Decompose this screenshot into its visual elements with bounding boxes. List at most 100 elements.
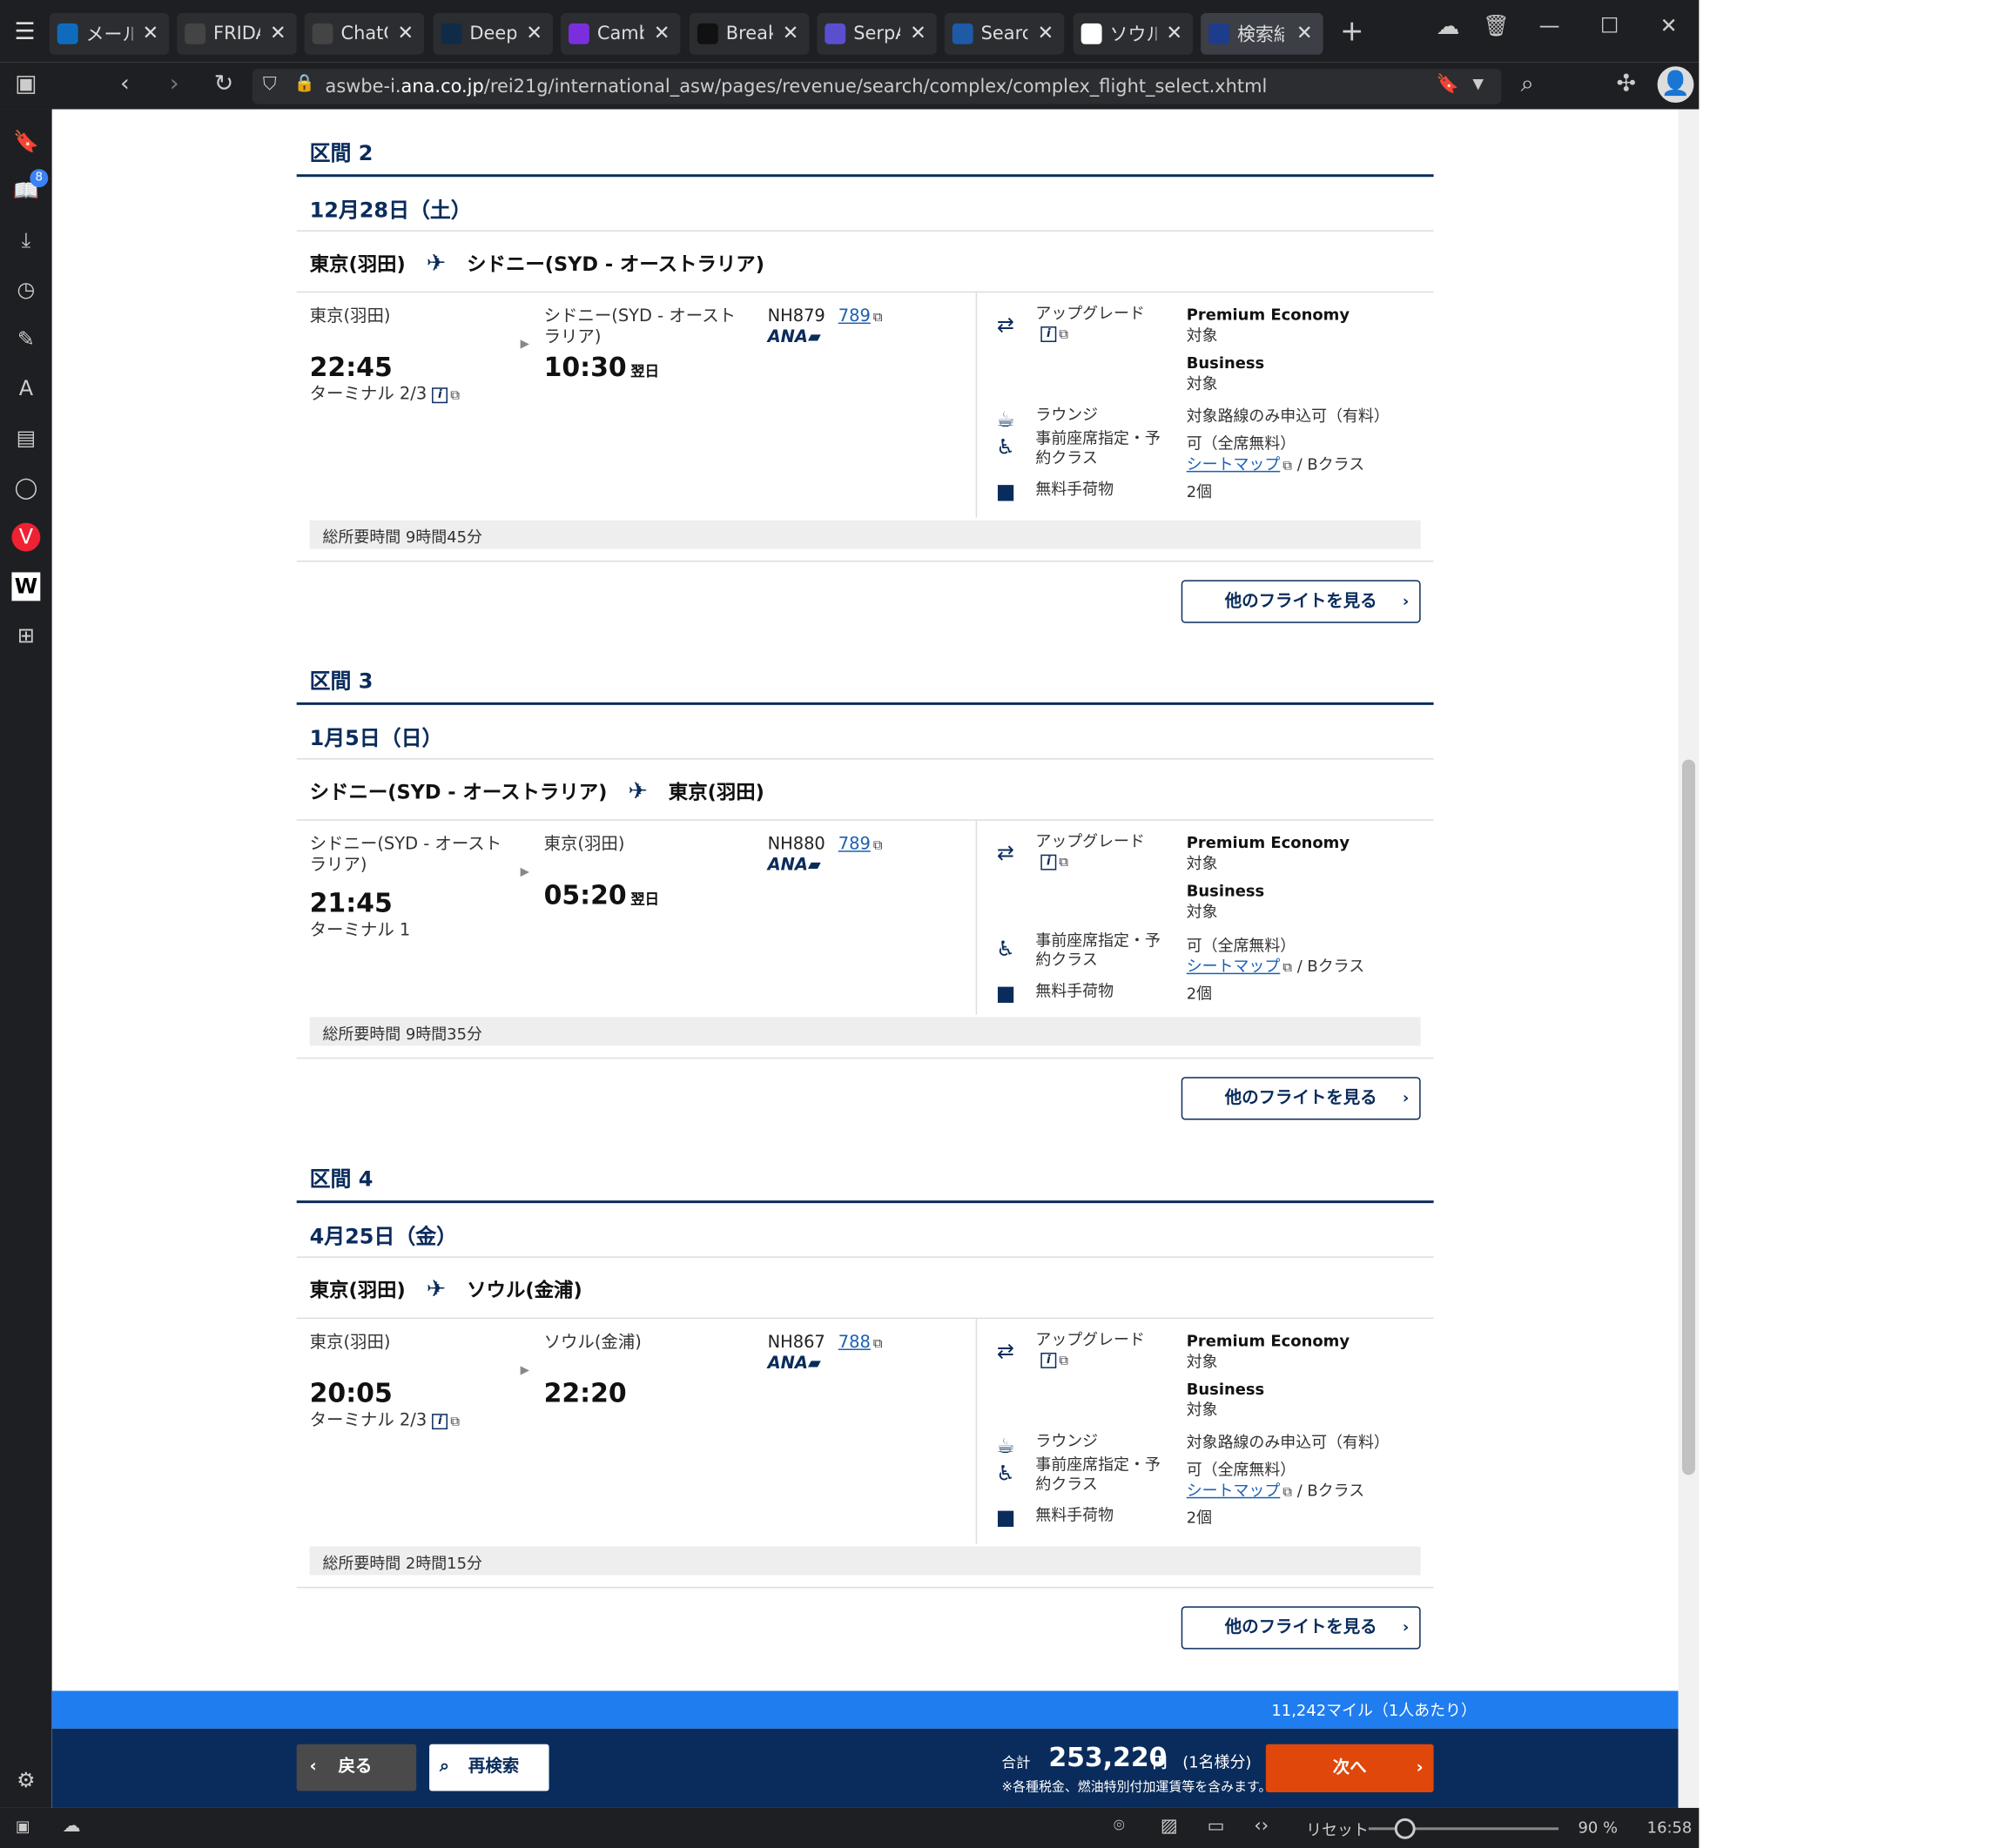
other-flights-button[interactable]: 他のフライトを見る ›	[1181, 1077, 1421, 1120]
chevron-right-icon: ›	[1416, 1758, 1424, 1778]
close-tab-icon[interactable]: ✕	[1166, 21, 1182, 44]
tab-6[interactable]: SerpA ✕	[817, 12, 937, 55]
notes-icon[interactable]: ✎	[11, 326, 40, 354]
dropdown-icon[interactable]: ▼	[1472, 76, 1484, 92]
aircraft-link[interactable]: 788	[838, 1334, 871, 1353]
other-flights-button[interactable]: 他のフライトを見る ›	[1181, 580, 1421, 623]
tab-2[interactable]: ChatG ✕	[304, 12, 425, 55]
close-tab-icon[interactable]: ✕	[783, 21, 799, 44]
other-flights-label: 他のフライトを見る	[1224, 591, 1377, 612]
vivaldi-icon[interactable]: V	[11, 522, 41, 552]
tab-1[interactable]: FRIDA ✕	[177, 12, 297, 55]
tab-8[interactable]: ソウル ✕	[1073, 12, 1194, 55]
other-flights-button[interactable]: 他のフライトを見る ›	[1181, 1606, 1421, 1650]
screen: ☰ メール✕FRIDA✕ChatG✕DeepL✕Camb✕Break✕SerpA…	[0, 0, 2006, 1848]
seat-label: 事前座席指定・予約クラス	[1035, 931, 1161, 970]
trash-icon[interactable]: 🗑	[1483, 13, 1509, 37]
forward-nav-icon[interactable]: ›	[158, 71, 190, 97]
close-tab-icon[interactable]: ✕	[270, 21, 286, 44]
panel-icon[interactable]: ▣	[16, 1817, 30, 1835]
next-button[interactable]: 次へ ›	[1265, 1744, 1434, 1793]
wikipedia-icon[interactable]: W	[11, 572, 41, 601]
add-panel-icon[interactable]: ⊞	[11, 622, 40, 650]
seat-value: 可（全席無料）	[1186, 1460, 1296, 1479]
seatmap-link[interactable]: シートマップ	[1187, 958, 1281, 976]
seatmap-link[interactable]: シートマップ	[1187, 1482, 1281, 1500]
minimize-button[interactable]: —	[1539, 13, 1560, 37]
close-tab-icon[interactable]: ✕	[1296, 21, 1313, 44]
info-icon[interactable]: i	[1040, 853, 1057, 870]
tab-0[interactable]: メール ✕	[49, 12, 170, 55]
page-scrollbar[interactable]	[1678, 109, 1700, 1808]
seatmap-link[interactable]: シートマップ	[1187, 455, 1281, 474]
reading-list-icon[interactable]: 📖 8	[11, 169, 49, 205]
url-text: aswbe-i.ana.co.jp/rei21g/international_a…	[325, 77, 1268, 98]
upgrade-pe-value: 対象	[1186, 854, 1218, 873]
close-tab-icon[interactable]: ✕	[1038, 21, 1054, 44]
extensions-icon[interactable]: ✣	[1611, 71, 1642, 97]
departure-terminal: ターミナル 2/3 i ⧉	[310, 1406, 460, 1430]
divider	[296, 230, 1434, 232]
settings-icon[interactable]: ⚙	[11, 1766, 40, 1795]
image-icon[interactable]: ▨	[1161, 1816, 1178, 1837]
zoom-slider[interactable]	[1368, 1818, 1559, 1839]
panel-toggle-icon[interactable]: ▣	[10, 71, 42, 97]
status-bar: ▣ ☁ ⌾ ▨ ▭ ‹› リセット 90 % 16:58	[0, 1807, 1700, 1848]
zoom-slider-handle[interactable]	[1394, 1818, 1416, 1839]
segment-title: 区間 3	[309, 669, 374, 694]
close-tab-icon[interactable]: ✕	[526, 21, 542, 44]
address-bar[interactable]: ⛉ 🔒 aswbe-i.ana.co.jp/rei21g/internation…	[252, 69, 1502, 104]
code-icon[interactable]: ‹›	[1254, 1816, 1269, 1837]
history-icon[interactable]: ◷	[11, 276, 40, 305]
reload-icon[interactable]: ↻	[208, 71, 239, 97]
menu-icon[interactable]: ☰	[8, 16, 42, 50]
close-window-button[interactable]: ✕	[1660, 13, 1678, 37]
info-icon[interactable]: i	[1040, 1352, 1057, 1368]
search-icon[interactable]: ⌕	[1511, 71, 1543, 97]
chat-icon[interactable]: ◯	[11, 474, 40, 502]
back-nav-icon[interactable]: ‹	[110, 71, 141, 97]
info-icon[interactable]: i	[1040, 326, 1057, 342]
tab-4[interactable]: Camb ✕	[561, 12, 681, 55]
sync-icon[interactable]: ☁	[63, 1816, 81, 1837]
info-icon[interactable]: i	[432, 386, 448, 403]
close-tab-icon[interactable]: ✕	[142, 21, 158, 44]
translate-icon[interactable]: A	[11, 374, 40, 403]
scrollbar-thumb[interactable]	[1682, 759, 1695, 1475]
window-icon[interactable]: ▭	[1208, 1816, 1225, 1837]
new-tab-button[interactable]: +	[1340, 16, 1364, 48]
research-button[interactable]: ⌕ 再検索	[429, 1744, 549, 1791]
chevron-right-icon: ›	[1402, 1088, 1410, 1107]
downloads-icon[interactable]: ⤓	[11, 226, 40, 255]
ana-stripe-icon: ▰	[807, 327, 821, 347]
airplane-icon: ✈	[426, 1275, 447, 1304]
ana-logo: ANA▰	[768, 856, 821, 875]
maximize-button[interactable]: ☐	[1600, 13, 1619, 37]
close-tab-icon[interactable]: ✕	[397, 21, 414, 44]
research-label: 再検索	[468, 1757, 520, 1777]
back-button[interactable]: ‹ 戻る	[296, 1744, 417, 1791]
shield-icon[interactable]: ⛉	[263, 74, 277, 95]
profile-avatar[interactable]: 👤	[1657, 66, 1694, 104]
tab-7[interactable]: Searc ✕	[944, 12, 1065, 55]
reset-zoom[interactable]: リセット	[1306, 1818, 1369, 1840]
tab-3[interactable]: DeepL ✕	[433, 12, 554, 55]
bookmarks-icon[interactable]: 🔖	[11, 127, 40, 156]
tax-note: ※各種税金、燃油特別付加運賃等を含みます。	[1001, 1780, 1272, 1795]
close-tab-icon[interactable]: ✕	[910, 21, 926, 44]
aircraft-link[interactable]: 789	[838, 835, 871, 854]
tab-5[interactable]: Break ✕	[689, 12, 810, 55]
aircraft-link[interactable]: 789	[838, 307, 871, 326]
tab-label: DeepL	[469, 23, 516, 44]
tab-9[interactable]: 検索結 ✕	[1201, 12, 1323, 55]
upgrade-business: Business	[1186, 882, 1265, 900]
divider	[296, 758, 1434, 760]
bookmark-icon[interactable]: 🔖	[1437, 74, 1459, 95]
external-link-icon: ⧉	[872, 1337, 883, 1352]
cloud-icon[interactable]: ☁	[1437, 13, 1460, 40]
calendar-icon[interactable]: ▤	[11, 424, 40, 453]
camera-icon[interactable]: ⌾	[1114, 1816, 1125, 1837]
close-tab-icon[interactable]: ✕	[654, 21, 670, 44]
route-from: 東京(羽田)	[309, 252, 406, 276]
info-icon[interactable]: i	[432, 1413, 448, 1429]
